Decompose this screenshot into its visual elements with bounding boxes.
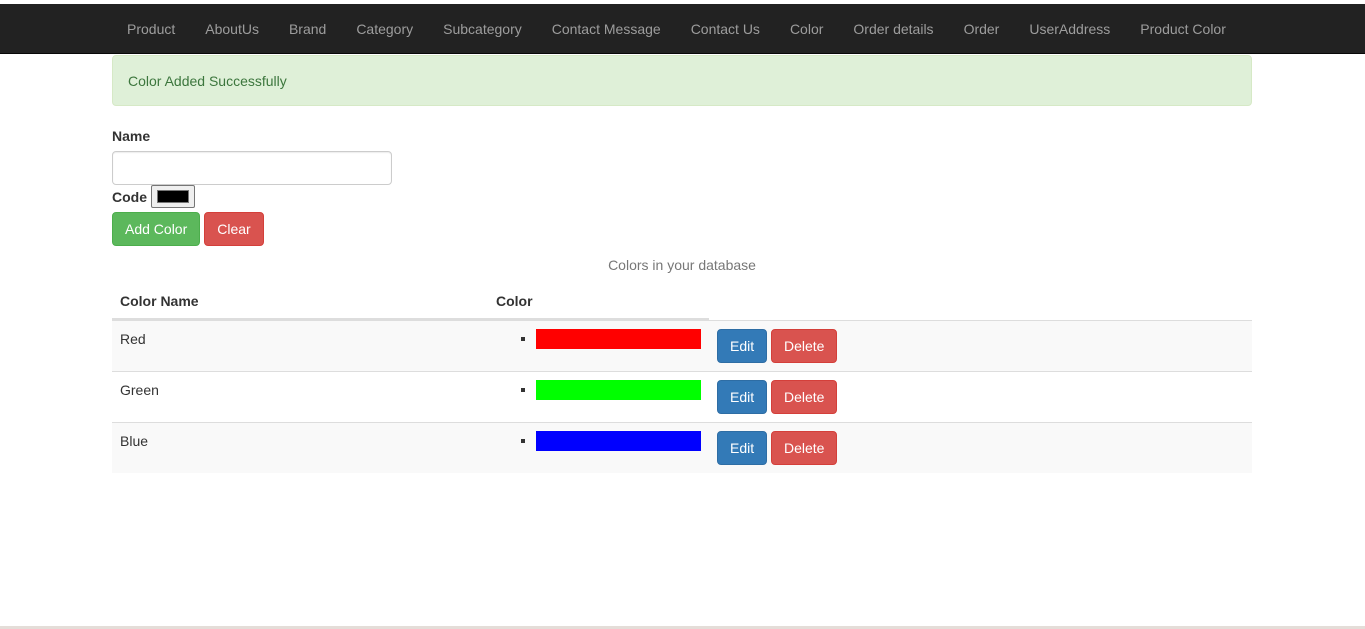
success-alert: Color Added Successfully — [112, 55, 1252, 106]
nav-item-useraddress[interactable]: UserAddress — [1014, 4, 1125, 54]
color-code-swatch — [157, 190, 189, 203]
name-label: Name — [112, 128, 151, 144]
bullet-icon — [521, 388, 525, 392]
color-name-cell: Blue — [120, 433, 149, 449]
table-header: Color Name Color — [112, 281, 1252, 320]
color-swatch — [536, 431, 701, 451]
color-swatch — [536, 329, 701, 349]
bullet-icon — [521, 337, 525, 341]
column-header-color-name: Color Name — [120, 293, 199, 309]
edit-button[interactable]: Edit — [717, 329, 767, 363]
table-row: Blue Edit Delete — [112, 422, 1252, 473]
nav-item-brand[interactable]: Brand — [274, 4, 341, 54]
color-code-picker[interactable] — [151, 185, 195, 208]
nav-item-contact-message[interactable]: Contact Message — [537, 4, 676, 54]
color-swatch — [536, 380, 701, 400]
nav-item-contact-us[interactable]: Contact Us — [676, 4, 775, 54]
color-name-cell: Red — [120, 331, 146, 347]
nav-item-order[interactable]: Order — [949, 4, 1015, 54]
edit-button[interactable]: Edit — [717, 380, 767, 414]
nav-item-aboutus[interactable]: AboutUs — [190, 4, 274, 54]
nav-item-subcategory[interactable]: Subcategory — [428, 4, 537, 54]
delete-button[interactable]: Delete — [771, 380, 837, 414]
code-label: Code — [112, 189, 147, 205]
nav-menu: Product AboutUs Brand Category Subcatego… — [112, 4, 1241, 54]
table-row: Green Edit Delete — [112, 371, 1252, 422]
delete-button[interactable]: Delete — [771, 329, 837, 363]
column-header-color: Color — [496, 293, 533, 309]
edit-button[interactable]: Edit — [717, 431, 767, 465]
bullet-icon — [521, 439, 525, 443]
colors-table: Color Name Color Red Edit Delete Green E… — [112, 281, 1252, 473]
name-input[interactable] — [112, 151, 392, 185]
table-caption: Colors in your database — [608, 257, 756, 273]
navbar: Product AboutUs Brand Category Subcatego… — [0, 4, 1365, 54]
nav-item-product-color[interactable]: Product Color — [1125, 4, 1241, 54]
delete-button[interactable]: Delete — [771, 431, 837, 465]
nav-item-category[interactable]: Category — [341, 4, 428, 54]
nav-item-product[interactable]: Product — [112, 4, 190, 54]
add-color-button[interactable]: Add Color — [112, 212, 200, 246]
clear-button[interactable]: Clear — [204, 212, 264, 246]
color-name-cell: Green — [120, 382, 159, 398]
nav-item-color[interactable]: Color — [775, 4, 838, 54]
table-row: Red Edit Delete — [112, 320, 1252, 371]
nav-item-order-details[interactable]: Order details — [838, 4, 948, 54]
